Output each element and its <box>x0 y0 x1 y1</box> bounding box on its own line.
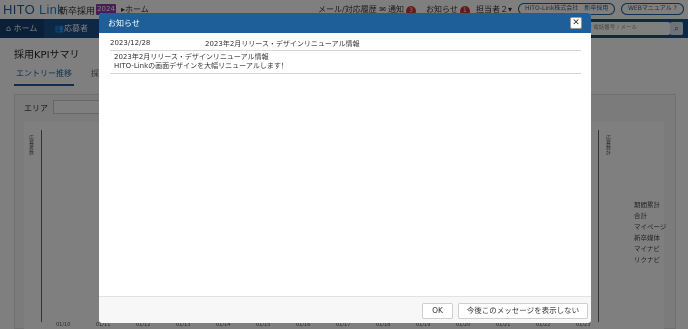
divider <box>110 50 581 51</box>
news-subject[interactable]: 2023年2月リリース・デザインリニューアル情報 <box>205 39 360 49</box>
divider <box>110 73 581 74</box>
news-detail: 2023年2月リリース・デザインリニューアル情報 HITO-Linkの画面デザイ… <box>114 53 288 71</box>
modal-header: お知らせ ✕ <box>99 13 591 33</box>
dont-show-again-button[interactable]: 今後このメッセージを表示しない <box>458 303 588 319</box>
ok-button[interactable]: OK <box>422 303 453 319</box>
modal-title: お知らせ <box>108 19 140 28</box>
modal-footer: OK 今後このメッセージを表示しない <box>99 296 591 323</box>
news-modal: お知らせ ✕ 2023/12/28 2023年2月リリース・デザインリニューアル… <box>99 13 591 323</box>
close-icon[interactable]: ✕ <box>570 17 582 29</box>
news-date: 2023/12/28 <box>110 39 151 47</box>
news-detail-body: HITO-Linkの画面デザインを大幅リニューアルします！ <box>114 62 288 70</box>
news-detail-title: 2023年2月リリース・デザインリニューアル情報 <box>114 53 269 61</box>
